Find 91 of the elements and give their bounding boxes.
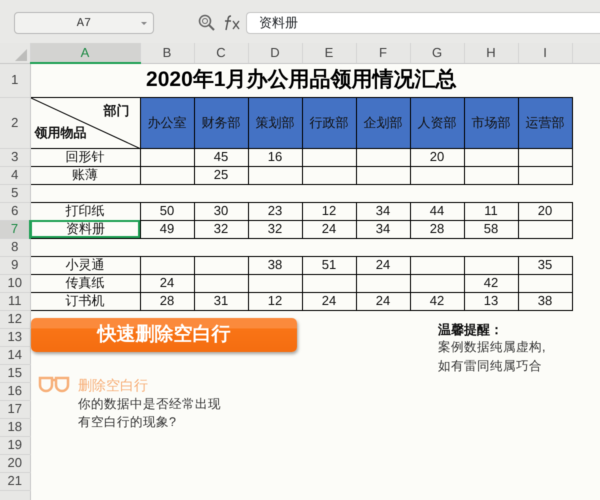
row-header[interactable]: 17 bbox=[0, 400, 30, 418]
table-cell[interactable]: 24 bbox=[302, 292, 356, 310]
table-cell[interactable]: 51 bbox=[302, 256, 356, 274]
table-cell[interactable]: 账薄 bbox=[30, 166, 140, 184]
row-header[interactable]: 11 bbox=[0, 292, 30, 310]
table-cell[interactable]: 传真纸 bbox=[30, 274, 140, 292]
table-cell[interactable]: 小灵通 bbox=[30, 256, 140, 274]
row-header[interactable]: 12 bbox=[0, 310, 30, 328]
table-cell[interactable]: 49 bbox=[140, 220, 194, 238]
table-cell[interactable]: 回形针 bbox=[30, 148, 140, 166]
table-cell[interactable]: 13 bbox=[464, 292, 518, 310]
tip-text: 你的数据中是否经常出现 bbox=[78, 396, 221, 413]
glasses-icon bbox=[38, 375, 70, 393]
table-cell[interactable]: 44 bbox=[410, 202, 464, 220]
row-header[interactable]: 19 bbox=[0, 436, 30, 454]
note-text: 如有雷同纯属巧合 bbox=[438, 358, 542, 375]
column-heading: 财务部 bbox=[194, 97, 248, 148]
table-cell[interactable]: 16 bbox=[248, 148, 302, 166]
column-header[interactable]: G bbox=[410, 43, 464, 63]
note-text: 案例数据纯属虚构, bbox=[438, 339, 546, 356]
column-header[interactable]: I bbox=[518, 43, 572, 63]
table-cell[interactable]: 24 bbox=[356, 292, 410, 310]
row-header[interactable]: 9 bbox=[0, 256, 30, 274]
table-cell[interactable]: 24 bbox=[302, 220, 356, 238]
name-box[interactable]: A7 bbox=[14, 12, 154, 34]
column-heading: 企划部 bbox=[356, 97, 410, 148]
table-cell[interactable]: 38 bbox=[518, 292, 572, 310]
table-cell[interactable]: 42 bbox=[410, 292, 464, 310]
row-header[interactable]: 5 bbox=[0, 184, 30, 202]
row-header[interactable]: 18 bbox=[0, 418, 30, 436]
column-heading: 行政部 bbox=[302, 97, 356, 148]
column-heading: 运营部 bbox=[518, 97, 572, 148]
table-cell[interactable]: 31 bbox=[194, 292, 248, 310]
table-cell[interactable]: 11 bbox=[464, 202, 518, 220]
column-header[interactable]: C bbox=[194, 43, 248, 63]
table-cell[interactable]: 50 bbox=[140, 202, 194, 220]
table-cell[interactable]: 45 bbox=[194, 148, 248, 166]
column-header[interactable]: F bbox=[356, 43, 410, 63]
tip-text: 有空白行的现象? bbox=[78, 414, 176, 431]
row-header[interactable]: 21 bbox=[0, 472, 30, 490]
column-header[interactable]: D bbox=[248, 43, 302, 63]
row-header[interactable]: 4 bbox=[0, 166, 30, 184]
row-header[interactable]: 20 bbox=[0, 454, 30, 472]
column-header[interactable]: H bbox=[464, 43, 518, 63]
table-cell[interactable]: 资料册 bbox=[30, 220, 140, 238]
header-label: 部门 bbox=[104, 104, 130, 118]
table-cell[interactable]: 20 bbox=[410, 148, 464, 166]
table-cell[interactable]: 34 bbox=[356, 202, 410, 220]
row-header[interactable]: 16 bbox=[0, 382, 30, 400]
table-cell[interactable]: 12 bbox=[302, 202, 356, 220]
row-header[interactable]: 1 bbox=[0, 63, 30, 97]
row-header[interactable]: 3 bbox=[0, 148, 30, 166]
row-header[interactable]: 6 bbox=[0, 202, 30, 220]
table-cell[interactable]: 24 bbox=[140, 274, 194, 292]
column-heading: 办公室 bbox=[140, 97, 194, 148]
table-cell[interactable]: 20 bbox=[518, 202, 572, 220]
function-icon[interactable] bbox=[222, 13, 242, 33]
header-label: 领用物品 bbox=[34, 126, 86, 140]
table-cell[interactable]: 42 bbox=[464, 274, 518, 292]
row-header[interactable]: 13 bbox=[0, 328, 30, 346]
formula-field[interactable]: 资料册 bbox=[246, 12, 600, 34]
table-cell[interactable]: 30 bbox=[194, 202, 248, 220]
note-title: 温馨提醒： bbox=[438, 321, 503, 339]
column-header[interactable]: B bbox=[140, 43, 194, 63]
column-heading: 人资部 bbox=[410, 97, 464, 148]
row-header[interactable]: 2 bbox=[0, 97, 30, 148]
row-header[interactable]: 14 bbox=[0, 346, 30, 364]
table-cell[interactable]: 58 bbox=[464, 220, 518, 238]
column-header[interactable]: E bbox=[302, 43, 356, 63]
table-cell[interactable]: 23 bbox=[248, 202, 302, 220]
tip-title: 删除空白行 bbox=[78, 376, 148, 395]
zoom-icon[interactable] bbox=[198, 14, 216, 32]
table-cell[interactable]: 25 bbox=[194, 166, 248, 184]
row-header[interactable]: 10 bbox=[0, 274, 30, 292]
table-cell[interactable]: 32 bbox=[248, 220, 302, 238]
table-cell[interactable]: 28 bbox=[410, 220, 464, 238]
table-cell[interactable]: 24 bbox=[356, 256, 410, 274]
table-cell[interactable]: 28 bbox=[140, 292, 194, 310]
column-heading: 市场部 bbox=[464, 97, 518, 148]
table-cell[interactable]: 38 bbox=[248, 256, 302, 274]
sheet-title: 2020年1月办公用品领用情况汇总 bbox=[146, 68, 456, 92]
column-heading: 策划部 bbox=[248, 97, 302, 148]
table-cell[interactable]: 12 bbox=[248, 292, 302, 310]
caret-icon[interactable] bbox=[141, 22, 147, 25]
table-cell[interactable]: 34 bbox=[356, 220, 410, 238]
table-cell[interactable]: 35 bbox=[518, 256, 572, 274]
table-cell[interactable]: 订书机 bbox=[30, 292, 140, 310]
table-cell[interactable]: 打印纸 bbox=[30, 202, 140, 220]
table-cell[interactable]: 32 bbox=[194, 220, 248, 238]
row-header[interactable]: 15 bbox=[0, 364, 30, 382]
row-header[interactable]: 8 bbox=[0, 238, 30, 256]
